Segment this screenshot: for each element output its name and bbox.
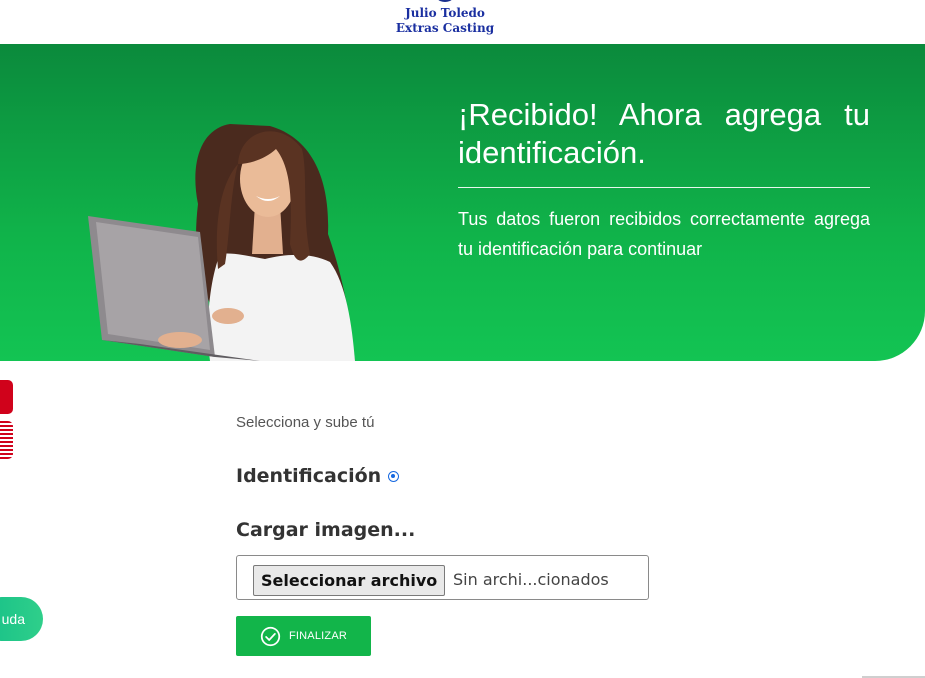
brand-logo[interactable]: Julio Toledo Extras Casting [395, 0, 495, 40]
file-status-text: Sin archi...cionados [453, 570, 609, 589]
upload-label: Cargar imagen... [236, 519, 416, 541]
hero-banner: ¡Recibido! Ahora agrega tu identificació… [0, 44, 925, 361]
help-button[interactable]: uda [0, 597, 43, 641]
radio-selected-icon[interactable] [388, 470, 400, 482]
logo-line-1: Julio Toledo [405, 6, 485, 20]
site-header: Julio Toledo Extras Casting [0, 0, 925, 45]
logo-mark-icon [433, 0, 457, 2]
hero-divider [458, 187, 870, 188]
logo-line-2: Extras Casting [395, 21, 495, 35]
side-tab-red[interactable] [0, 380, 13, 414]
finish-button[interactable]: FINALIZAR [236, 616, 371, 656]
choose-file-button[interactable]: Seleccionar archivo [253, 565, 446, 596]
hero-title: ¡Recibido! Ahora agrega tu identificació… [458, 97, 870, 170]
side-tab-flag-icon[interactable] [0, 421, 13, 459]
identification-option[interactable]: Identificación [236, 465, 400, 487]
identification-label: Identificación [236, 465, 382, 487]
check-circle-icon [260, 626, 281, 646]
file-input[interactable]: Seleccionar archivo Sin archi...cionados [236, 555, 649, 600]
hero-description: Tus datos fueron recibidos correctamente… [458, 209, 870, 259]
form-intro: Selecciona y sube tú [236, 414, 375, 431]
finish-button-label: FINALIZAR [288, 630, 348, 642]
help-button-label: uda [1, 611, 25, 627]
hero-photo [88, 124, 355, 361]
